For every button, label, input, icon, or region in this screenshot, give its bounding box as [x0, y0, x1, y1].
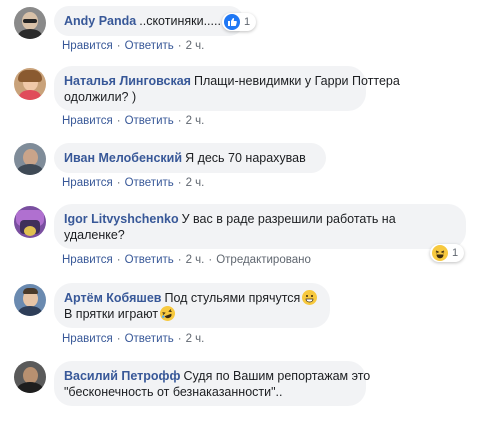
avatar[interactable]: [14, 206, 46, 238]
comment-text-line-1: Судя по Вашим репортажам это: [183, 369, 371, 383]
rofl-emoji-icon: [157, 303, 178, 324]
reply-link[interactable]: Ответить: [125, 115, 174, 127]
comment-bubble: Наталья Линговская Плащи-невидимки у Гарр…: [54, 66, 400, 111]
comment-actions: Нравится · Ответить · 2 ч.: [62, 177, 205, 189]
timestamp[interactable]: 2 ч.: [186, 115, 205, 127]
like-link[interactable]: Нравится: [62, 40, 113, 52]
grinning-sweat-emoji-icon: [302, 290, 318, 305]
like-link[interactable]: Нравится: [62, 177, 113, 189]
comment-text-line-1: У вас в раде разрешили работать на: [181, 212, 396, 226]
reaction-count-number: 1: [244, 16, 251, 28]
comment-text-line-2: одолжили? ): [64, 90, 137, 104]
comment-text: ..скотиняки.....: [139, 14, 221, 28]
comment-author[interactable]: Василий Петрофф: [64, 369, 180, 383]
reply-link[interactable]: Ответить: [125, 333, 174, 345]
reply-link[interactable]: Ответить: [125, 177, 174, 189]
comment-text-line-2: В прятки играют: [64, 307, 159, 321]
timestamp[interactable]: 2 ч.: [186, 333, 205, 345]
comment-actions: Нравится · Ответить · 2 ч.: [62, 40, 205, 52]
reply-link[interactable]: Ответить: [125, 254, 174, 266]
comment-author[interactable]: Иван Мелобенский: [64, 151, 182, 165]
haha-reaction-icon: [432, 245, 448, 261]
comment-author[interactable]: Andy Panda: [64, 14, 136, 28]
timestamp[interactable]: 2 ч.: [186, 40, 205, 52]
avatar[interactable]: [14, 7, 46, 39]
like-link[interactable]: Нравится: [62, 254, 113, 266]
reply-link[interactable]: Ответить: [125, 40, 174, 52]
comment-bubble: Василий Петрофф Судя по Вашим репортажам …: [54, 361, 370, 406]
comment-text-line-2: удаленке?: [64, 228, 125, 242]
comment-author[interactable]: Наталья Линговская: [64, 74, 191, 88]
comment-author[interactable]: Igor Litvyshchenko: [64, 212, 179, 226]
reaction-count[interactable]: 1: [222, 13, 256, 31]
comment-bubble: Andy Panda ..скотиняки.....: [54, 6, 244, 36]
avatar[interactable]: [14, 284, 46, 316]
avatar[interactable]: [14, 361, 46, 393]
comment-text: Я десь 70 нарахував: [185, 151, 306, 165]
comment-text-line-1: Плащи-невидимки у Гарри Поттера: [193, 74, 400, 88]
like-link[interactable]: Нравится: [62, 115, 113, 127]
comment-actions: Нравится · Ответить · 2 ч.: [62, 115, 205, 127]
comment-actions: Нравится · Ответить · 2 ч. · Отредактировано: [62, 254, 311, 266]
comment-text-line-1: Под стульями прячутся: [164, 291, 301, 305]
edited-label[interactable]: Отредактировано: [216, 254, 311, 266]
like-link[interactable]: Нравится: [62, 333, 113, 345]
reaction-count-number: 1: [452, 247, 459, 259]
like-reaction-icon: [224, 14, 240, 30]
comment-bubble: Иван Мелобенский Я десь 70 нарахував: [54, 143, 326, 173]
avatar[interactable]: [14, 143, 46, 175]
timestamp[interactable]: 2 ч.: [186, 254, 205, 266]
comment-text-line-2: "бесконечность от безнаказанности"..: [64, 385, 283, 399]
comment-bubble: Igor Litvyshchenko У вас в раде разрешили…: [54, 204, 466, 249]
comment-actions: Нравится · Ответить · 2 ч.: [62, 333, 205, 345]
comment-bubble: Артём Кобяшев Под стульями прячутся В пря…: [54, 283, 330, 328]
avatar[interactable]: [14, 68, 46, 100]
comment-author[interactable]: Артём Кобяшев: [64, 291, 161, 305]
reaction-count[interactable]: 1: [430, 244, 464, 262]
timestamp[interactable]: 2 ч.: [186, 177, 205, 189]
